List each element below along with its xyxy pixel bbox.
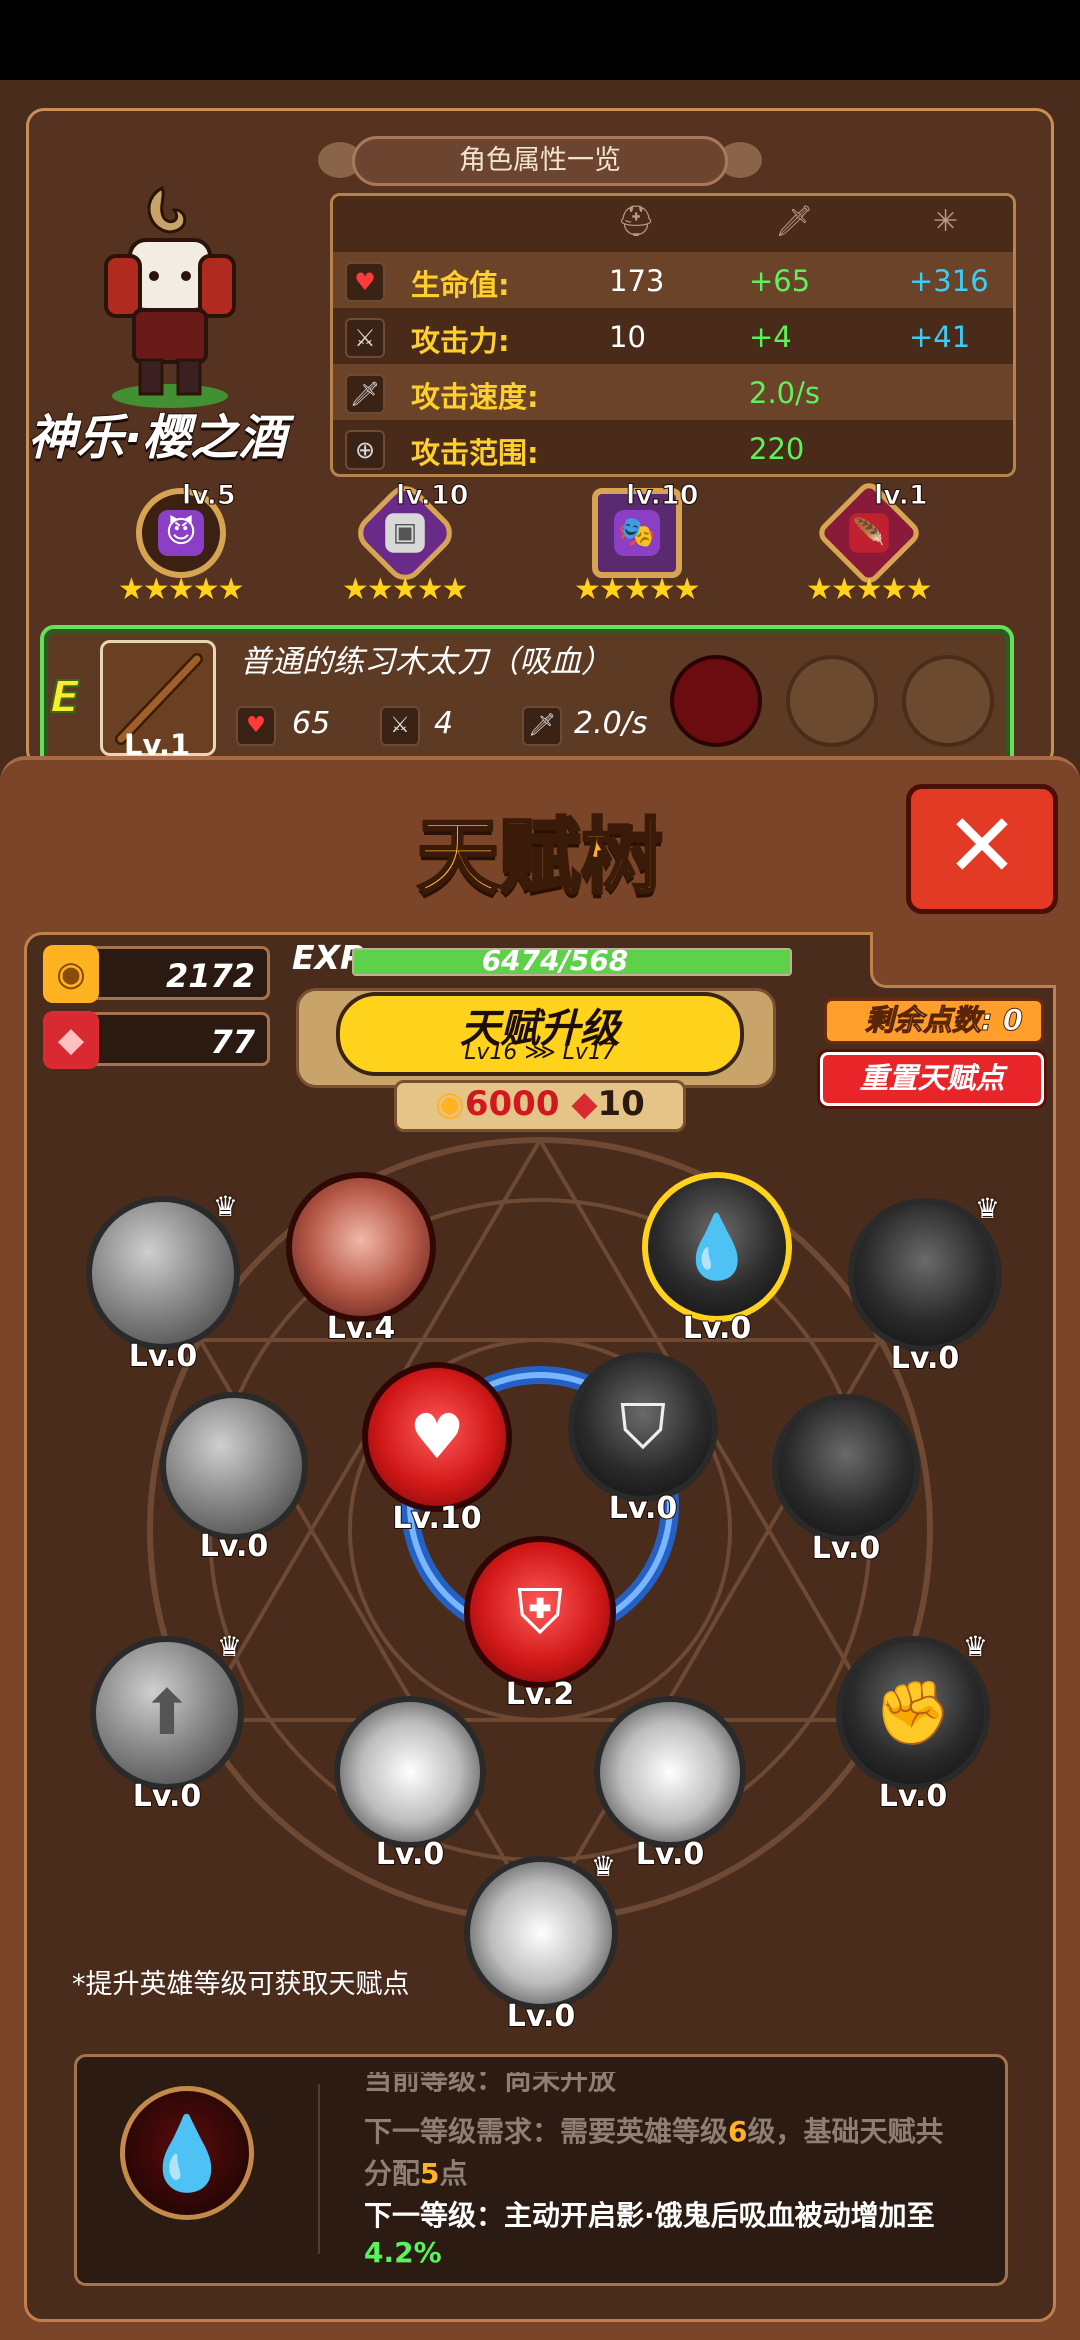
node-level: Lv.0 xyxy=(608,1490,679,1527)
node-level: Lv.0 xyxy=(506,1998,577,2035)
node-level: Lv.0 xyxy=(890,1340,961,1377)
requirement-text: 分配 xyxy=(364,2157,421,2190)
node-level: Lv.0 xyxy=(199,1528,270,1565)
node-level: Lv.0 xyxy=(375,1836,446,1873)
next-level-line: 下一等级：主动开启影·饿鬼后吸血被动增加至 xyxy=(364,2199,935,2232)
node-level: Lv.10 xyxy=(391,1500,482,1537)
requirement-points: 5 xyxy=(420,2157,440,2190)
node-level: Lv.0 xyxy=(132,1778,203,1815)
crown-icon: ♛ xyxy=(212,1190,238,1223)
node-level: Lv.0 xyxy=(635,1836,706,1873)
talent-node-heart[interactable]: ♥ Lv.10 xyxy=(362,1362,512,1537)
talent-node-wind-sword[interactable]: Lv.0 xyxy=(160,1392,308,1565)
talent-node-shield[interactable]: ⛉ Lv.0 xyxy=(568,1352,718,1527)
node-level: Lv.0 xyxy=(878,1778,949,1815)
talent-node-claw[interactable]: Lv.4 xyxy=(286,1172,436,1347)
shield-icon: ⛉ xyxy=(619,1390,667,1463)
node-level: Lv.0 xyxy=(811,1530,882,1567)
crown-icon: ♛ xyxy=(590,1850,616,1883)
node-level: Lv.2 xyxy=(505,1676,576,1713)
requirement-line: 下一等级需求：需要英雄等级6级，基础天赋共 xyxy=(364,2110,944,2150)
talent-node-slash-minus[interactable]: Lv.0 xyxy=(334,1696,486,1873)
divider xyxy=(318,2084,320,2254)
node-level: Lv.0 xyxy=(128,1338,199,1375)
heart-plus-icon: ♥ xyxy=(409,1400,465,1473)
drop-icon: 💧 xyxy=(678,1210,756,1283)
talent-node-slash-crown[interactable]: ♛ Lv.0 xyxy=(464,1850,618,2035)
shield-plus-icon: ⛨ xyxy=(516,1575,564,1648)
crown-icon: ♛ xyxy=(974,1192,1000,1225)
node-level: Lv.4 xyxy=(326,1310,397,1347)
node-level: Lv.0 xyxy=(682,1310,753,1347)
requirement-text: 下一等级需求：需要英雄等级 xyxy=(364,2115,729,2148)
talent-node-arrow-up[interactable]: ♛ ⬆ Lv.0 xyxy=(90,1630,244,1815)
talent-node-wind[interactable]: ♛ Lv.0 xyxy=(86,1190,240,1375)
requirement-line-2: 分配5点 xyxy=(364,2152,468,2192)
requirement-level: 6 xyxy=(728,2115,748,2148)
blood-drop-icon: 💧 xyxy=(142,2111,232,2195)
requirement-text: 点 xyxy=(439,2157,468,2190)
talent-node-blood-drop[interactable]: 💧 Lv.0 xyxy=(642,1172,792,1347)
talent-node-drop-plus[interactable]: Lv.0 xyxy=(772,1394,920,1567)
bottom-edge xyxy=(0,2322,1080,2340)
arrow-up-icon: ⬆ xyxy=(141,1676,193,1749)
talent-node-slash-sword[interactable]: Lv.0 xyxy=(594,1696,746,1873)
talent-node-shield-plus[interactable]: ⛨ Lv.2 xyxy=(464,1536,616,1713)
talent-node-drop-crown[interactable]: ♛ Lv.0 xyxy=(848,1192,1002,1377)
next-level-value: 4.2% xyxy=(364,2236,442,2269)
hint-text: *提升英雄等级可获取天赋点 xyxy=(72,1969,410,2000)
talent-node-fist[interactable]: ♛ ✊ Lv.0 xyxy=(836,1630,990,1815)
requirement-text: 级，基础天赋共 xyxy=(747,2115,944,2148)
fist-icon: ✊ xyxy=(874,1676,952,1749)
